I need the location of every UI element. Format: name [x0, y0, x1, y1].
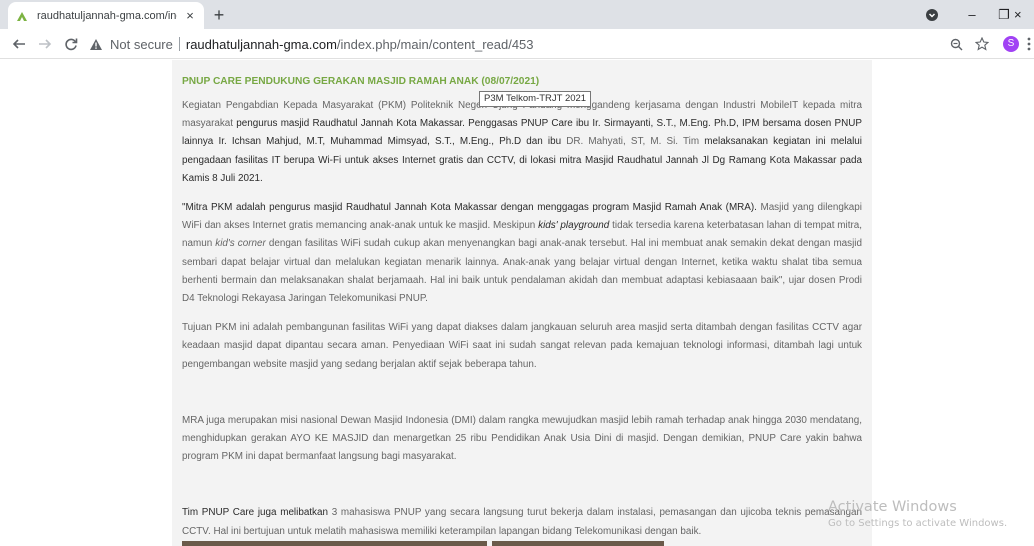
- tab-title: raudhatuljannah-gma.com/inde: [37, 9, 177, 22]
- article-headline: PNUP CARE PENDUKUNG GERAKAN MASJID RAMAH…: [182, 76, 540, 87]
- paragraph-5: Tim PNUP Care juga melibatkan 3 mahasisw…: [182, 504, 862, 540]
- paragraph-2: "Mitra PKM adalah pengurus masjid Raudha…: [182, 199, 862, 308]
- p2-part-c: kids' playground: [538, 220, 610, 232]
- paragraph-1: Kegiatan Pengabdian Kepada Masyarakat (P…: [182, 97, 862, 188]
- image-tooltip: P3M Telkom-TRJT 2021: [479, 91, 592, 107]
- browser-menu-icon[interactable]: [912, 0, 952, 29]
- reload-icon[interactable]: [60, 33, 82, 55]
- activate-windows-title: Activate Windows: [828, 499, 957, 515]
- new-tab-button[interactable]: +: [208, 4, 230, 26]
- p5-part-a: Tim PNUP Care juga melibatkan: [182, 507, 332, 519]
- browser-toolbar: Not secure raudhatuljannah-gma.com /inde…: [0, 29, 1034, 59]
- bookmark-star-icon[interactable]: [973, 35, 991, 53]
- p2-part-a: "Mitra PKM adalah pengurus masjid Raudha…: [182, 202, 761, 214]
- tab-close-icon[interactable]: ×: [182, 8, 198, 23]
- p2-part-e: kid's corner: [215, 238, 266, 250]
- not-secure-warning-icon[interactable]: [88, 36, 104, 52]
- activate-windows-watermark: Activate Windows Go to Settings to activ…: [828, 499, 1007, 529]
- close-window-button[interactable]: ×: [1014, 0, 1034, 29]
- paragraph-3: Tujuan PKM ini adalah pembangunan fasili…: [182, 322, 862, 370]
- site-favicon-icon: [14, 8, 30, 24]
- url-path[interactable]: /index.php/main/content_read/453: [337, 37, 534, 52]
- article-content: PNUP CARE PENDUKUNG GERAKAN MASJID RAMAH…: [172, 60, 872, 546]
- url-host[interactable]: raudhatuljannah-gma.com: [186, 37, 337, 52]
- page-viewport: PNUP CARE PENDUKUNG GERAKAN MASJID RAMAH…: [0, 60, 1034, 546]
- forward-arrow-icon[interactable]: [34, 33, 56, 55]
- security-label[interactable]: Not secure: [110, 37, 173, 52]
- p2-part-f: dengan fasilitas WiFi sudah cukup akan m…: [182, 238, 862, 305]
- p1-part-c: DR. Mahyati, ST, M. Si. Tim: [566, 136, 705, 148]
- browser-tab[interactable]: raudhatuljannah-gma.com/inde ×: [8, 2, 204, 29]
- zoom-icon[interactable]: [947, 35, 965, 53]
- article-photo-1: [182, 541, 487, 546]
- back-arrow-icon[interactable]: [8, 33, 30, 55]
- kebab-menu-icon[interactable]: [1024, 35, 1034, 53]
- tab-strip: raudhatuljannah-gma.com/inde × + – ❐ ×: [0, 0, 1034, 29]
- omnibox-divider: [178, 37, 180, 51]
- profile-avatar[interactable]: S: [1003, 36, 1019, 52]
- paragraph-4: MRA juga merupakan misi nasional Dewan M…: [182, 414, 862, 463]
- activate-windows-subtitle: Go to Settings to activate Windows.: [828, 518, 1008, 529]
- address-bar[interactable]: Not secure raudhatuljannah-gma.com /inde…: [88, 33, 988, 55]
- article-photo-2: [492, 541, 664, 546]
